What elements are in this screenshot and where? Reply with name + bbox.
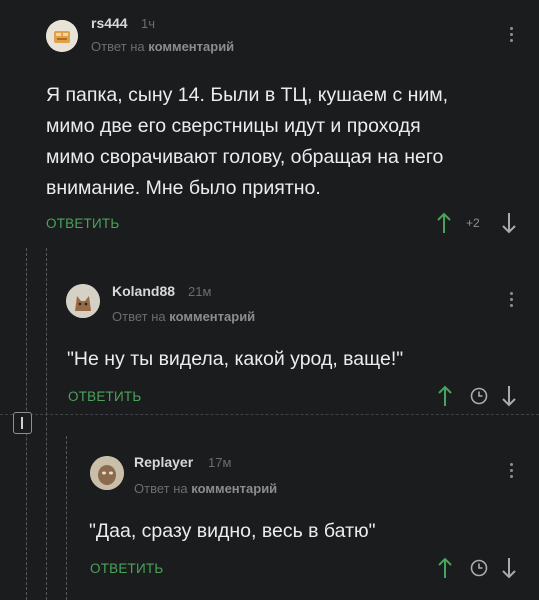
downvote-icon[interactable]	[502, 557, 516, 579]
comment-time: 17м	[208, 455, 232, 470]
reply-to-target[interactable]: комментарий	[191, 481, 277, 496]
save-icon[interactable]	[470, 559, 488, 577]
upvote-icon[interactable]	[438, 557, 452, 579]
reply-button[interactable]: ОТВЕТИТЬ	[90, 561, 163, 576]
reply-to-prefix: Ответ на	[134, 481, 188, 496]
comment-3: Replayer 17м Ответ на комментарий "Даа, …	[0, 0, 539, 600]
avatar[interactable]	[90, 456, 124, 490]
avatar-image	[90, 456, 124, 490]
more-icon[interactable]	[510, 463, 514, 481]
body-line: "Даа, сразу видно, весь в батю"	[89, 520, 376, 542]
reply-to-label: Ответ на комментарий	[134, 481, 277, 496]
comment-body: "Даа, сразу видно, весь в батю"	[89, 516, 519, 547]
author-name[interactable]: Replayer	[134, 454, 193, 470]
